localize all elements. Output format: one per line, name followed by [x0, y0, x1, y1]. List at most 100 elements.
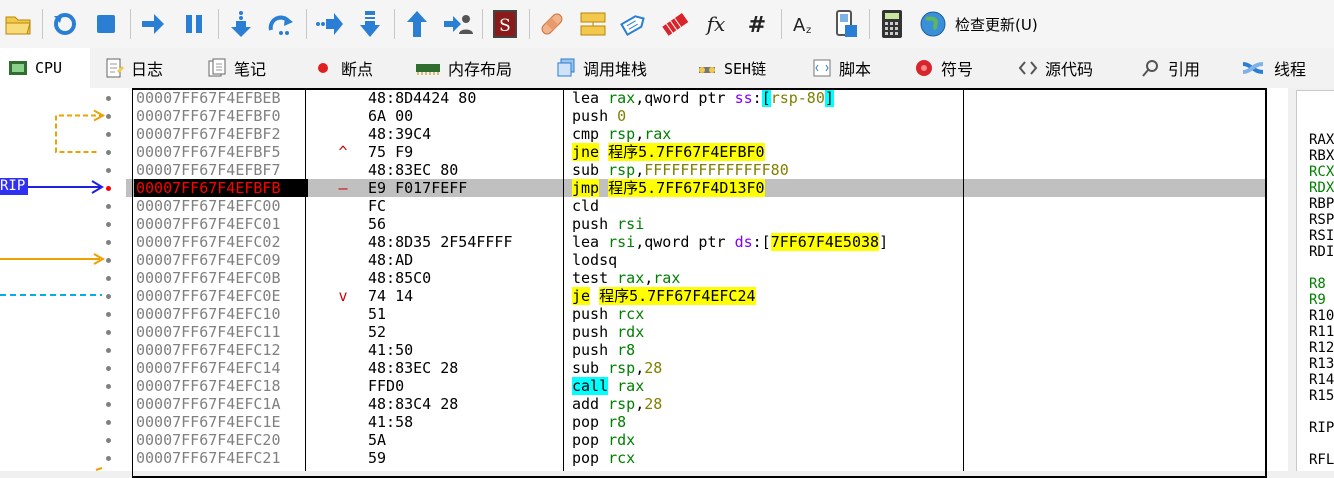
- instruction-address: 00007FF67F4EFBFB: [134, 179, 308, 197]
- register-name[interactable]: R12: [1309, 340, 1334, 356]
- execute-till-return-icon[interactable]: [399, 6, 435, 42]
- disasm-row[interactable]: 00007FF67F4EFC14 48:83EC 28 sub rsp,28: [126, 359, 1265, 377]
- patch-icon[interactable]: [534, 6, 570, 42]
- scylla-icon[interactable]: S: [487, 6, 523, 42]
- gutter-dot[interactable]: [106, 348, 111, 353]
- disasm-row[interactable]: 00007FF67F4EFC10 51 push rcx: [126, 305, 1265, 323]
- check-update-label[interactable]: 检查更新(U): [955, 14, 1038, 35]
- disasm-row[interactable]: 00007FF67F4EFBF5 ^ 75 F9 jne 程序5.7FF67F4EFB…: [126, 143, 1265, 161]
- tab-seh[interactable]: SEH链: [697, 48, 766, 88]
- current-ip-dot[interactable]: [106, 186, 111, 191]
- disasm-row[interactable]: 00007FF67F4EFC12 41:50 push r8: [126, 341, 1265, 359]
- disasm-row[interactable]: 00007FF67F4EFC20 5A pop rdx: [126, 431, 1265, 449]
- font-size-icon[interactable]: Az: [786, 6, 822, 42]
- bookmark-icon[interactable]: [657, 6, 693, 42]
- calculator-icon[interactable]: [874, 6, 910, 42]
- tab-script[interactable]: 脚本: [812, 48, 871, 88]
- gutter-dot[interactable]: [106, 276, 111, 281]
- instruction-token: lodsq: [572, 251, 618, 269]
- gutter-dot[interactable]: [106, 456, 111, 461]
- gutter-dot[interactable]: [106, 294, 111, 299]
- current-instruction-row[interactable]: 00007FF67F4EFBFB – E9 F017FEFF jmp 程序5.7FF6…: [126, 179, 1265, 197]
- disasm-row[interactable]: 00007FF67F4EFC02 48:8D35 2F54FFFF lea rsi,…: [126, 233, 1265, 251]
- tab-breakpoints[interactable]: 断点: [314, 48, 373, 88]
- gutter-dot[interactable]: [106, 204, 111, 209]
- open-folder-icon[interactable]: [0, 6, 36, 42]
- trace-into-icon[interactable]: [311, 6, 347, 42]
- step-over-icon[interactable]: [264, 6, 300, 42]
- gutter-dot[interactable]: [106, 240, 111, 245]
- register-name[interactable]: R9: [1309, 292, 1326, 308]
- tab-callstack[interactable]: 调用堆栈: [556, 48, 647, 88]
- gutter-dot[interactable]: [106, 168, 111, 173]
- gutter-dot[interactable]: [106, 150, 111, 155]
- disasm-row[interactable]: 00007FF67F4EFC1E 41:58 pop r8: [126, 413, 1265, 431]
- trace-over-icon[interactable]: [352, 6, 388, 42]
- register-name[interactable]: R14: [1309, 372, 1334, 388]
- register-name[interactable]: R8: [1309, 276, 1326, 292]
- step-into-icon[interactable]: [223, 6, 259, 42]
- disasm-row[interactable]: 00007FF67F4EFC21 59 pop rcx: [126, 449, 1265, 467]
- tab-symbols[interactable]: 符号: [914, 48, 973, 88]
- register-name[interactable]: RBP: [1309, 196, 1334, 212]
- register-name[interactable]: RCX: [1309, 164, 1334, 180]
- gutter-dot[interactable]: [106, 330, 111, 335]
- disassembly-view[interactable]: 00007FF67F4EFBEB 48:8D4424 80 lea rax,qwor…: [126, 88, 1288, 471]
- gutter-dot[interactable]: [106, 96, 111, 101]
- gutter-dot[interactable]: [106, 114, 111, 119]
- stop-icon[interactable]: [88, 6, 124, 42]
- calculator-script-icon[interactable]: [827, 6, 863, 42]
- register-name[interactable]: RFL: [1309, 452, 1334, 468]
- run-icon[interactable]: [135, 6, 171, 42]
- disasm-row[interactable]: 00007FF67F4EFC1A 48:83C4 28 add rsp,28: [126, 395, 1265, 413]
- label-icon[interactable]: [616, 6, 652, 42]
- register-name[interactable]: R15: [1309, 388, 1334, 404]
- register-name[interactable]: R11: [1309, 324, 1334, 340]
- hash-icon[interactable]: #: [739, 6, 775, 42]
- instruction-text: push rsi: [572, 215, 644, 233]
- disasm-row[interactable]: 00007FF67F4EFBF7 48:83EC 80 sub rsp,FFFFFF…: [126, 161, 1265, 179]
- register-name[interactable]: RAX: [1309, 132, 1334, 148]
- function-icon[interactable]: fx: [698, 6, 734, 42]
- restart-icon[interactable]: [47, 6, 83, 42]
- tab-cpu[interactable]: CPU: [0, 48, 90, 88]
- disasm-row[interactable]: 00007FF67F4EFC0B 48:85C0 test rax,rax: [126, 269, 1265, 287]
- check-update-icon[interactable]: [915, 6, 951, 42]
- disasm-row[interactable]: 00007FF67F4EFC18 FFD0 call rax: [126, 377, 1265, 395]
- register-name[interactable]: RIP: [1309, 420, 1334, 436]
- disasm-row[interactable]: 00007FF67F4EFC00 FC cld: [126, 197, 1265, 215]
- tab-label: 调用堆栈: [583, 60, 648, 79]
- gutter-dot[interactable]: [106, 402, 111, 407]
- gutter-dot[interactable]: [106, 366, 111, 371]
- register-name[interactable]: RSP: [1309, 212, 1334, 228]
- disasm-row[interactable]: 00007FF67F4EFBEB 48:8D4424 80 lea rax,qwor…: [126, 89, 1265, 107]
- register-name[interactable]: RSI: [1309, 228, 1334, 244]
- disasm-row[interactable]: 00007FF67F4EFC09 48:AD lodsq: [126, 251, 1265, 269]
- tab-references[interactable]: 引用: [1141, 48, 1200, 88]
- gutter-dot[interactable]: [106, 258, 111, 263]
- comment-icon[interactable]: [575, 6, 611, 42]
- disasm-row[interactable]: 00007FF67F4EFC11 52 push rdx: [126, 323, 1265, 341]
- register-name[interactable]: R13: [1309, 356, 1334, 372]
- pause-icon[interactable]: [176, 6, 212, 42]
- tab-memory[interactable]: 内存布局: [415, 48, 512, 88]
- gutter-dot[interactable]: [106, 384, 111, 389]
- disasm-row[interactable]: 00007FF67F4EFBF2 48:39C4 cmp rsp,rax: [126, 125, 1265, 143]
- tab-threads[interactable]: 线程: [1241, 48, 1306, 88]
- gutter-dot[interactable]: [106, 420, 111, 425]
- register-name[interactable]: RDX: [1309, 180, 1334, 196]
- run-to-user-code-icon[interactable]: [440, 6, 476, 42]
- gutter-dot[interactable]: [106, 438, 111, 443]
- disasm-row[interactable]: 00007FF67F4EFBF0 6A 00 push 0: [126, 107, 1265, 125]
- tab-log[interactable]: 日志: [104, 48, 163, 88]
- gutter-dot[interactable]: [106, 312, 111, 317]
- tab-notes[interactable]: 笔记: [207, 48, 266, 88]
- register-name[interactable]: RBX: [1309, 148, 1334, 164]
- register-name[interactable]: R10: [1309, 308, 1334, 324]
- tab-source[interactable]: 源代码: [1018, 48, 1093, 88]
- disasm-row[interactable]: 00007FF67F4EFC0E v 74 14 je 程序5.7FF67F4EFC2…: [126, 287, 1265, 305]
- register-name[interactable]: RDI: [1309, 244, 1334, 260]
- disasm-row[interactable]: 00007FF67F4EFC01 56 push rsi: [126, 215, 1265, 233]
- gutter-dot[interactable]: [106, 132, 111, 137]
- gutter-dot[interactable]: [106, 222, 111, 227]
